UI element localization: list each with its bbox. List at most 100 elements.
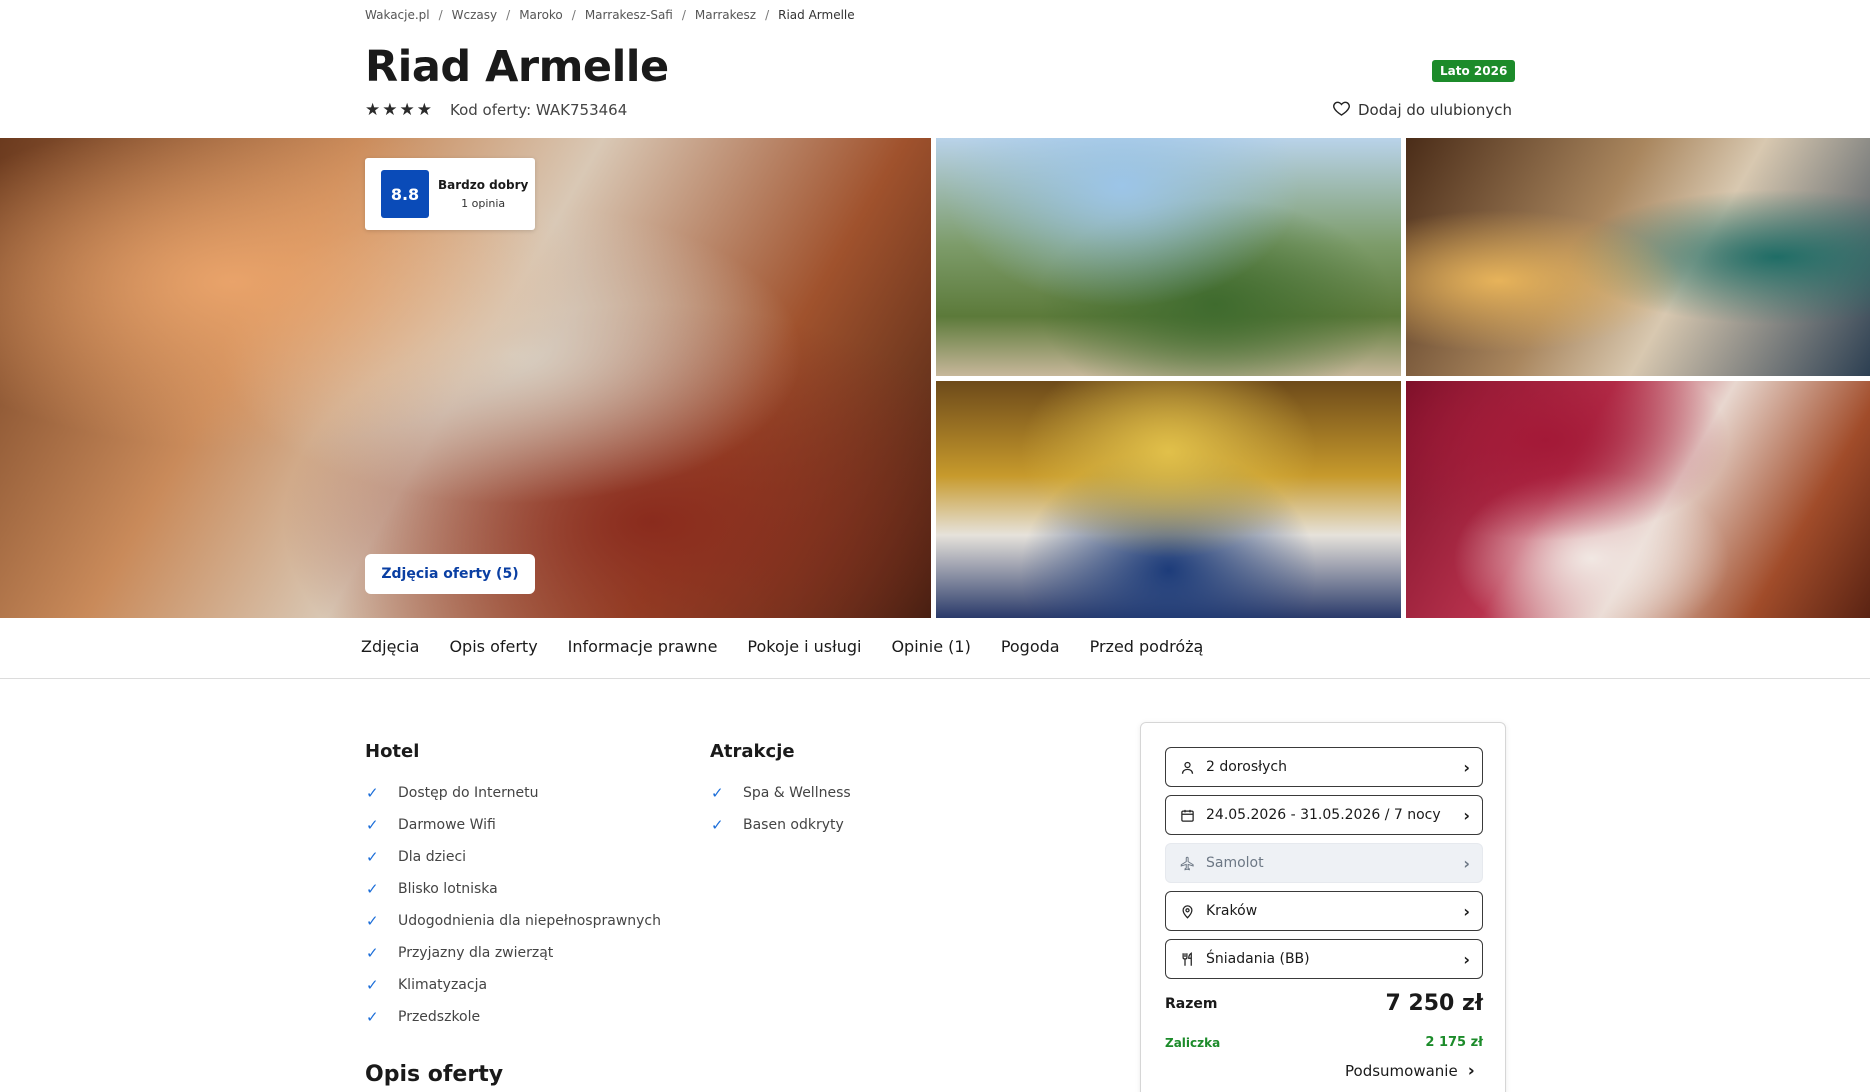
- star-icon: ★: [416, 100, 432, 120]
- star-rating: ★ ★ ★ ★: [365, 100, 432, 120]
- chevron-right-icon: ›: [1463, 853, 1470, 873]
- transport-value: Samolot: [1206, 855, 1264, 871]
- list-item: ✓ Spa & Wellness: [710, 777, 851, 809]
- hotel-amenities-list: ✓ Dostęp do Internetu ✓ Darmowe Wifi ✓ Dla …: [365, 777, 661, 1033]
- travelers-value: 2 dorosłych: [1206, 759, 1287, 775]
- star-icon: ★: [382, 100, 398, 120]
- calendar-icon: [1178, 808, 1196, 823]
- chevron-right-icon: ›: [1467, 1061, 1475, 1081]
- list-item: ✓ Przyjazny dla zwierząt: [365, 937, 661, 969]
- breadcrumb-link-region[interactable]: Marrakesz-Safi: [585, 8, 673, 22]
- check-icon: ✓: [366, 880, 379, 898]
- amenity-label: Blisko lotniska: [398, 881, 498, 897]
- rating-score: 8.8: [381, 170, 429, 218]
- chevron-right-icon: ›: [1463, 757, 1470, 777]
- amenity-label: Dostęp do Internetu: [398, 785, 539, 801]
- amenity-label: Darmowe Wifi: [398, 817, 496, 833]
- person-icon: [1178, 760, 1196, 775]
- list-item: ✓ Basen odkryty: [710, 809, 851, 841]
- breadcrumb-link-home[interactable]: Wakacje.pl: [365, 8, 430, 22]
- amenity-label: Udogodnienia dla niepełnosprawnych: [398, 913, 661, 929]
- transport-selector[interactable]: Samolot ›: [1165, 843, 1483, 883]
- list-item: ✓ Dla dzieci: [365, 841, 661, 873]
- heart-icon: [1333, 100, 1350, 120]
- star-icon: ★: [365, 100, 381, 120]
- location-pin-icon: [1178, 904, 1196, 919]
- check-icon: ✓: [366, 848, 379, 866]
- check-icon: ✓: [366, 944, 379, 962]
- cutlery-icon: [1178, 951, 1196, 967]
- amenity-label: Przyjazny dla zwierząt: [398, 945, 554, 961]
- deposit-row: Zaliczka 2 175 zł: [1165, 1035, 1483, 1050]
- chevron-right-icon: ›: [1463, 949, 1470, 969]
- summary-label: Podsumowanie: [1345, 1062, 1458, 1080]
- chevron-right-icon: ›: [1463, 901, 1470, 921]
- breadcrumb-separator: /: [681, 8, 686, 22]
- add-to-favorites-label: Dodaj do ulubionych: [1358, 101, 1513, 119]
- travelers-selector[interactable]: 2 dorosłych ›: [1165, 747, 1483, 787]
- rating-count: 1 opinia: [461, 197, 506, 210]
- list-item: ✓ Przedszkole: [365, 1001, 661, 1033]
- tab-reviews[interactable]: Opinie (1): [891, 637, 970, 656]
- attraction-label: Spa & Wellness: [743, 785, 851, 801]
- tab-before-travel[interactable]: Przed podróżą: [1090, 637, 1204, 656]
- booking-card: 2 dorosłych › 24.05.2026 - 31.05.2026 / …: [1140, 722, 1506, 1092]
- attractions-heading: Atrakcje: [710, 741, 795, 762]
- total-price-row: Razem 7 250 zł: [1165, 991, 1483, 1016]
- page-title: Riad Armelle: [365, 42, 669, 92]
- hotel-amenities-heading: Hotel: [365, 741, 420, 762]
- dates-selector[interactable]: 24.05.2026 - 31.05.2026 / 7 nocy ›: [1165, 795, 1483, 835]
- amenity-label: Przedszkole: [398, 1009, 481, 1025]
- breadcrumb-link-country[interactable]: Maroko: [519, 8, 563, 22]
- gallery-photo-interior[interactable]: [1406, 138, 1870, 376]
- rating-card[interactable]: 8.8 Bardzo dobry 1 opinia: [365, 158, 535, 230]
- tab-legal-info[interactable]: Informacje prawne: [568, 637, 718, 656]
- add-to-favorites-button[interactable]: Dodaj do ulubionych: [1333, 100, 1512, 120]
- breadcrumb-separator: /: [506, 8, 511, 22]
- check-icon: ✓: [711, 816, 724, 834]
- breadcrumb-separator: /: [765, 8, 770, 22]
- tab-photos[interactable]: Zdjęcia: [361, 637, 419, 656]
- star-icon: ★: [399, 100, 415, 120]
- check-icon: ✓: [711, 784, 724, 802]
- breadcrumb-link-wczasy[interactable]: Wczasy: [452, 8, 497, 22]
- gallery-photo-garden[interactable]: [936, 138, 1401, 376]
- check-icon: ✓: [366, 1008, 379, 1026]
- check-icon: ✓: [366, 784, 379, 802]
- photo-gallery: [0, 138, 1870, 618]
- breadcrumb-separator: /: [571, 8, 576, 22]
- list-item: ✓ Darmowe Wifi: [365, 809, 661, 841]
- total-label: Razem: [1165, 995, 1218, 1012]
- attractions-list: ✓ Spa & Wellness ✓ Basen odkryty: [710, 777, 851, 841]
- departure-value: Kraków: [1206, 903, 1258, 919]
- tab-weather[interactable]: Pogoda: [1001, 637, 1060, 656]
- rating-label: Bardzo dobry: [438, 178, 529, 192]
- list-item: ✓ Klimatyzacja: [365, 969, 661, 1001]
- offer-photos-button[interactable]: Zdjęcia oferty (5): [365, 554, 535, 594]
- summary-link[interactable]: Podsumowanie ›: [1345, 1061, 1475, 1081]
- attraction-label: Basen odkryty: [743, 817, 844, 833]
- season-badge: Lato 2026: [1432, 60, 1516, 82]
- list-item: ✓ Udogodnienia dla niepełnosprawnych: [365, 905, 661, 937]
- section-tabs: Zdjęcia Opis oferty Informacje prawne Po…: [361, 637, 1203, 656]
- breadcrumb-link-city[interactable]: Marrakesz: [695, 8, 756, 22]
- tab-description[interactable]: Opis oferty: [449, 637, 537, 656]
- gallery-photo-suite[interactable]: [1406, 381, 1870, 618]
- tabs-divider: [0, 678, 1870, 679]
- list-item: ✓ Blisko lotniska: [365, 873, 661, 905]
- board-selector[interactable]: Śniadania (BB) ›: [1165, 939, 1483, 979]
- breadcrumb-separator: /: [438, 8, 443, 22]
- chevron-right-icon: ›: [1463, 805, 1470, 825]
- breadcrumb-current: Riad Armelle: [778, 8, 855, 22]
- dates-value: 24.05.2026 - 31.05.2026 / 7 nocy: [1206, 807, 1441, 823]
- departure-selector[interactable]: Kraków ›: [1165, 891, 1483, 931]
- deposit-label: Zaliczka: [1165, 1035, 1221, 1050]
- tab-rooms-services[interactable]: Pokoje i usługi: [747, 637, 861, 656]
- amenity-label: Dla dzieci: [398, 849, 467, 865]
- total-price: 7 250 zł: [1385, 991, 1483, 1016]
- gallery-photo-bedroom[interactable]: [936, 381, 1401, 618]
- check-icon: ✓: [366, 816, 379, 834]
- deposit-value: 2 175 zł: [1425, 1035, 1483, 1050]
- list-item: ✓ Dostęp do Internetu: [365, 777, 661, 809]
- check-icon: ✓: [366, 912, 379, 930]
